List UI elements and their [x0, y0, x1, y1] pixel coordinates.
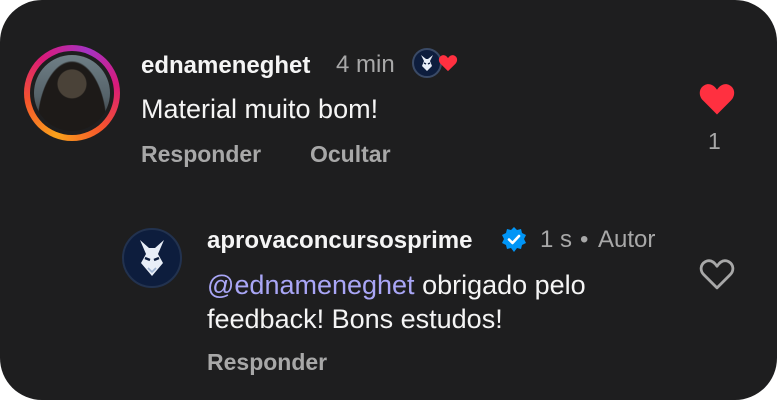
reply-button[interactable]: Responder — [141, 141, 261, 168]
reply-text-line-1: @ednameneghet obrigado pelo — [207, 268, 677, 302]
comment-text: Material muito bom! — [141, 94, 379, 124]
comment-time: 4 min — [336, 51, 395, 78]
author-tag: Autor — [598, 226, 656, 253]
reply-text-part: obrigado pelo — [414, 270, 586, 300]
wolf-logo-icon — [421, 55, 433, 71]
reply-time: 1 s — [540, 226, 573, 253]
reply-reply-button[interactable]: Responder — [207, 349, 327, 376]
reply-text: @ednameneghet obrigado pelo feedback! Bo… — [207, 268, 677, 336]
author-avatar[interactable] — [122, 228, 182, 288]
like-count: 1 — [708, 128, 721, 154]
mention-link[interactable]: @ednameneghet — [207, 270, 415, 300]
hide-button[interactable]: Ocultar — [310, 141, 391, 168]
small-heart-icon — [438, 55, 458, 72]
commenter-avatar[interactable] — [24, 45, 120, 141]
heart-outline-icon[interactable] — [698, 257, 736, 291]
meta-separator: • — [580, 226, 589, 253]
commenter-username[interactable]: ednameneghet — [141, 52, 310, 80]
author-username[interactable]: aprovaconcursosprime — [207, 227, 472, 255]
comment-card: ednameneghet 4 min Material muito bom! R… — [0, 0, 777, 400]
reply-text-line-2: feedback! Bons estudos! — [207, 304, 503, 334]
wolf-logo-icon — [140, 240, 164, 276]
commenter-photo — [34, 55, 110, 131]
verified-badge-icon — [502, 227, 526, 252]
heart-filled-icon[interactable] — [698, 82, 736, 116]
